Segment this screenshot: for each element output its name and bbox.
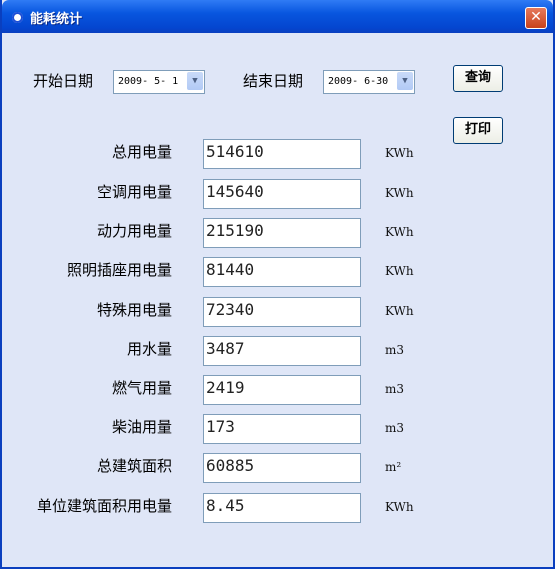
row-unit: m3	[385, 421, 405, 435]
energy-stats-window: 能耗统计 ✕ 开始日期 2009- 5- 1 ▼ 结束日期 2009- 6-30…	[0, 0, 555, 569]
row-value-field[interactable]: 514610	[203, 139, 361, 169]
chevron-down-icon[interactable]: ▼	[397, 72, 413, 90]
row-value: 8.45	[206, 496, 245, 515]
row-value: 145640	[206, 182, 264, 201]
start-date-picker[interactable]: 2009- 5- 1 ▼	[113, 70, 205, 94]
row-value-field[interactable]: 60885	[203, 453, 361, 483]
chevron-down-icon[interactable]: ▼	[187, 72, 203, 90]
row-label: 照明插座用电量	[66, 261, 172, 279]
row-value: 173	[206, 417, 235, 436]
start-date-label: 开始日期	[33, 72, 94, 90]
query-button[interactable]: 查询	[453, 65, 503, 92]
row-value-field[interactable]: 173	[203, 414, 361, 444]
row-label: 用水量	[126, 340, 172, 358]
close-icon: ✕	[530, 9, 542, 25]
row-unit: m3	[385, 382, 405, 396]
row-value-field[interactable]: 8.45	[203, 493, 361, 523]
title-bar[interactable]: 能耗统计 ✕	[2, 0, 553, 33]
row-unit: KWh	[385, 225, 414, 239]
row-label: 总用电量	[111, 143, 172, 161]
row-unit: KWh	[385, 186, 414, 200]
row-unit: KWh	[385, 304, 414, 318]
print-button[interactable]: 打印	[453, 117, 503, 144]
row-label: 柴油用量	[111, 418, 172, 436]
row-value: 72340	[206, 300, 255, 319]
row-value-field[interactable]: 81440	[203, 257, 361, 287]
end-date-picker[interactable]: 2009- 6-30 ▼	[323, 70, 415, 94]
row-label: 空调用电量	[96, 183, 172, 201]
row-label: 动力用电量	[96, 222, 172, 240]
row-unit: KWh	[385, 146, 414, 160]
row-value-field[interactable]: 72340	[203, 297, 361, 327]
row-value: 60885	[206, 456, 255, 475]
row-value: 215190	[206, 221, 264, 240]
row-unit: m²	[385, 460, 402, 474]
row-label: 总建筑面积	[96, 457, 172, 475]
row-label: 特殊用电量	[96, 301, 172, 319]
row-value: 2419	[206, 378, 245, 397]
row-unit: m3	[385, 343, 405, 357]
app-icon	[12, 12, 23, 23]
end-date-label: 结束日期	[243, 72, 304, 90]
row-value-field[interactable]: 2419	[203, 375, 361, 405]
row-value-field[interactable]: 145640	[203, 179, 361, 209]
row-unit: KWh	[385, 264, 414, 278]
window-title: 能耗统计	[30, 12, 83, 27]
row-unit: KWh	[385, 500, 414, 514]
row-value-field[interactable]: 215190	[203, 218, 361, 248]
row-label: 燃气用量	[111, 379, 172, 397]
form-area: 开始日期 2009- 5- 1 ▼ 结束日期 2009- 6-30 ▼ 查询 打…	[2, 33, 553, 567]
row-value: 81440	[206, 260, 255, 279]
row-value: 514610	[206, 142, 264, 161]
row-label: 单位建筑面积用电量	[36, 497, 172, 515]
row-value: 3487	[206, 339, 245, 358]
end-date-value: 2009- 6-30	[328, 76, 389, 87]
row-value-field[interactable]: 3487	[203, 336, 361, 366]
close-button[interactable]: ✕	[525, 7, 547, 29]
start-date-value: 2009- 5- 1	[118, 76, 179, 87]
